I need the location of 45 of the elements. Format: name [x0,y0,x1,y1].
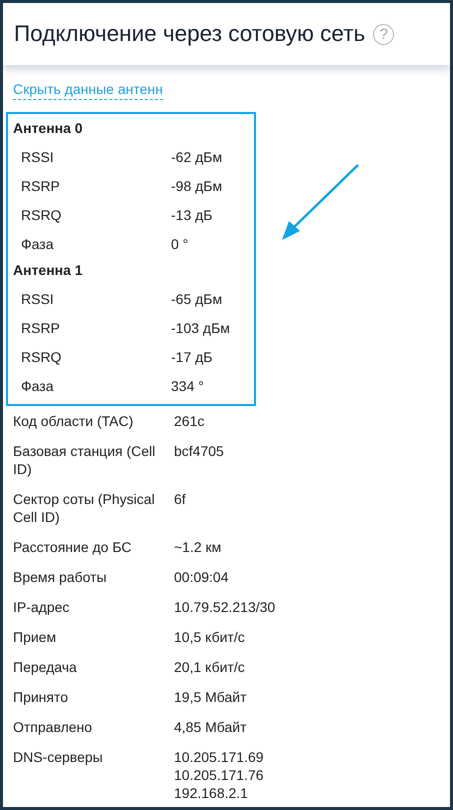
row-value: 10.205.171.69 [174,748,264,766]
row-label: RSRP [21,320,60,336]
row-value: ~1.2 км [174,538,222,556]
row-value: -17 дБ [171,348,212,364]
row-label: IP-адрес [13,599,70,615]
row-label: Сектор соты (Physical Cell ID) [13,491,155,525]
row-label: RSSI [21,148,54,164]
row-value: 10.79.52.213/30 [174,598,276,616]
row-value: 261c [174,412,204,430]
row-value: 334 ° [171,378,204,394]
row-value: 10.205.171.76 [174,766,264,784]
row-label: Отправлено [13,719,92,735]
row-label: Базовая станция (Cell ID) [13,443,156,477]
row-value: 192.168.2.1 [174,784,249,802]
row-value: 0 ° [171,236,188,252]
row-value: 4,85 Мбайт [174,718,247,736]
row-value: 19,5 Мбайт [174,688,247,706]
hide-antenna-link[interactable]: Скрыть данные антенн [13,81,163,100]
row-label: DNS-серверы [13,749,103,765]
row-label: RSRQ [21,348,62,364]
help-button[interactable]: ? [373,24,394,44]
row-value: -103 дБм [171,320,230,336]
row-value: -65 дБм [171,290,222,306]
row-label: RSRP [21,178,60,194]
row-label: RSRQ [21,206,62,222]
row-value: -98 дБм [171,178,222,194]
page-title: Подключение через сотовую сеть [14,21,366,47]
row-value: 6f [174,490,186,508]
row-label: Принято [13,689,68,705]
row-value: 10,5 кбит/с [174,628,245,646]
row-value: -62 дБм [171,148,222,164]
row-label: Время работы [13,569,107,585]
row-label: Расстояние до БС [13,539,132,555]
row-label: Фаза [21,236,54,252]
antenna-heading: Антенна 0 [13,120,83,136]
row-value: 00:09:04 [174,568,228,586]
antenna-heading: Антенна 1 [13,262,83,278]
row-value: -13 дБ [171,206,212,222]
row-label: Код области (TAC) [13,413,134,429]
row-label: Передача [13,659,77,675]
row-label: Фаза [21,378,54,394]
row-value: 20,1 кбит/с [174,658,245,676]
row-value: bcf4705 [174,442,224,460]
row-label: Прием [13,629,56,645]
row-label: RSSI [21,290,54,306]
